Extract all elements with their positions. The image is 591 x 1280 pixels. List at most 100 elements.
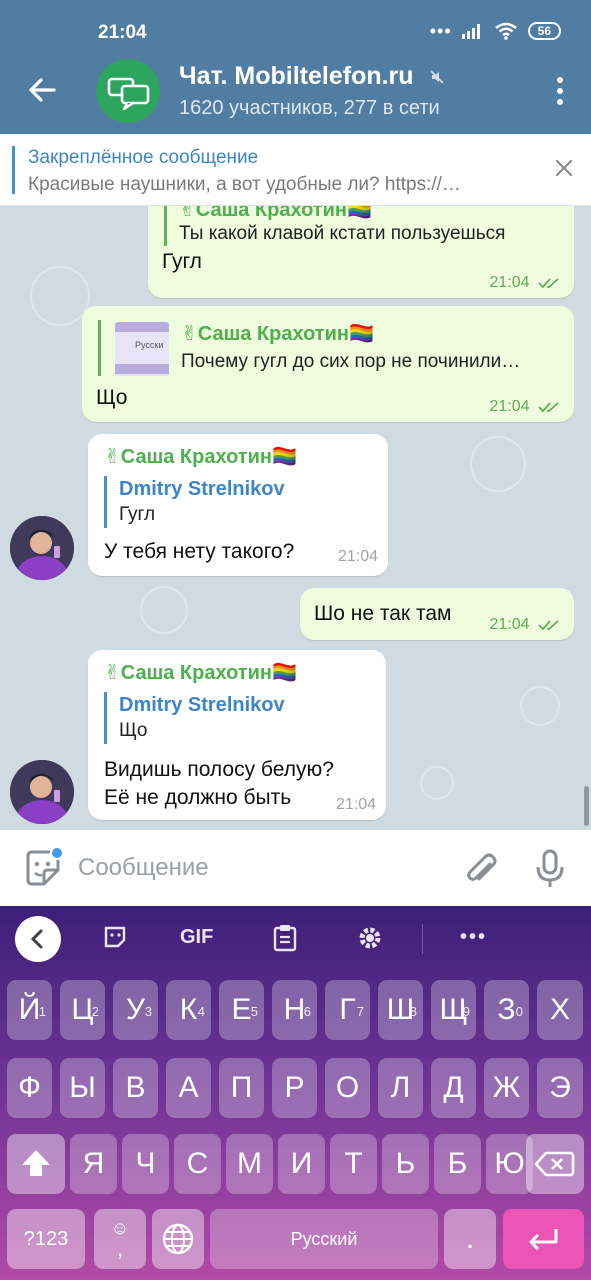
key[interactable]: Е5	[219, 980, 264, 1040]
message-bubble-incoming[interactable]: ✌Саша Крахотин🏳️‍🌈 Dmitry Strelnikov Що …	[88, 650, 386, 820]
back-arrow-icon[interactable]	[24, 72, 60, 108]
key[interactable]: Л	[378, 1058, 423, 1118]
message-bubble-incoming[interactable]: ✌Саша Крахотин🏳️‍🌈 Dmitry Strelnikov Гуг…	[88, 434, 388, 576]
wallpaper-doodle	[30, 266, 90, 326]
key[interactable]: М	[226, 1134, 273, 1194]
wallpaper-doodle	[520, 686, 560, 726]
key[interactable]: В	[113, 1058, 158, 1118]
key[interactable]: У3	[113, 980, 158, 1040]
key[interactable]: Й1	[7, 980, 52, 1040]
key[interactable]: Г7	[325, 980, 370, 1040]
thumbnail-strip	[115, 322, 169, 332]
key[interactable]: Ф	[7, 1058, 52, 1118]
sticker-button[interactable]	[22, 846, 64, 888]
key[interactable]: Б	[434, 1134, 481, 1194]
chat-header: Чат. Mobiltelefon.ru 1620 участников, 27…	[0, 48, 591, 134]
avatar[interactable]	[10, 760, 74, 824]
key[interactable]: Ь	[382, 1134, 429, 1194]
gear-icon[interactable]	[356, 924, 384, 952]
avatar[interactable]	[10, 516, 74, 580]
shift-key[interactable]	[7, 1134, 65, 1194]
comma-label: ,	[116, 1236, 124, 1261]
key[interactable]: Ц2	[60, 980, 105, 1040]
attach-icon[interactable]	[464, 850, 500, 888]
backspace-key[interactable]	[526, 1134, 584, 1194]
key[interactable]: Р	[272, 1058, 317, 1118]
key[interactable]: Э	[537, 1058, 583, 1118]
reply-author: ✌Саша Крахотин🏳️‍🌈	[179, 206, 372, 221]
message-bubble-outgoing[interactable]: Шо не так там 21:04	[300, 588, 574, 640]
reply-quote[interactable]: Русски ✌Саша Крахотин🏳️‍🌈 Почему гугл до…	[98, 320, 560, 376]
key-label: Н	[283, 993, 306, 1026]
key[interactable]: К4	[166, 980, 211, 1040]
key-label: Е	[231, 993, 252, 1026]
key[interactable]: А	[166, 1058, 211, 1118]
symbols-key[interactable]: ?123	[7, 1209, 85, 1269]
close-icon[interactable]	[554, 158, 574, 178]
sticker-badge	[50, 846, 64, 860]
more-vert-icon[interactable]	[553, 76, 567, 106]
key[interactable]: Д	[431, 1058, 476, 1118]
reply-quote[interactable]: Dmitry Strelnikov Що	[104, 692, 374, 744]
key[interactable]: З0	[484, 980, 529, 1040]
chat-area[interactable]: ✌Саша Крахотин🏳️‍🌈 Ты какой клавой кстат…	[0, 206, 591, 830]
mic-icon[interactable]	[534, 849, 566, 889]
space-key[interactable]: Русский	[210, 1209, 438, 1269]
more-button[interactable]: •••	[460, 926, 487, 949]
key[interactable]: Т	[330, 1134, 377, 1194]
key-hint: 1	[38, 1004, 46, 1019]
chat-scrollbar[interactable]	[584, 786, 589, 826]
message-time: 21:04	[489, 398, 530, 415]
key[interactable]: Щ9	[431, 980, 476, 1040]
user-photo	[10, 760, 74, 824]
key[interactable]: И	[278, 1134, 325, 1194]
message-time: 21:04	[337, 548, 378, 565]
language-key[interactable]	[152, 1209, 204, 1269]
status-icons: ••• 56	[430, 22, 561, 40]
key-hint: 6	[303, 1004, 311, 1019]
chat-title[interactable]: Чат. Mobiltelefon.ru	[179, 62, 445, 91]
message-bubble-outgoing[interactable]: Русски ✌Саша Крахотин🏳️‍🌈 Почему гугл до…	[82, 306, 574, 422]
gif-sticker-icon[interactable]	[102, 924, 128, 950]
key[interactable]: П	[219, 1058, 264, 1118]
key[interactable]: Ш8	[378, 980, 423, 1040]
enter-key[interactable]	[503, 1209, 584, 1269]
gif-button[interactable]: GIF	[180, 926, 213, 949]
sender-name[interactable]: ✌Саша Крахотин🏳️‍🌈	[104, 660, 297, 685]
reply-quote[interactable]: Dmitry Strelnikov Гугл	[104, 476, 374, 528]
keyboard-toolbar: GIF •••	[0, 906, 591, 972]
reply-author: Dmitry Strelnikov	[119, 694, 285, 716]
shift-icon	[22, 1150, 50, 1176]
clipboard-icon[interactable]	[272, 924, 298, 952]
message-bubble-outgoing[interactable]: ✌Саша Крахотин🏳️‍🌈 Ты какой клавой кстат…	[148, 206, 574, 298]
key-label: Г	[339, 993, 356, 1026]
key[interactable]: Н6	[272, 980, 317, 1040]
chevron-left-icon	[30, 929, 43, 949]
key[interactable]: Х	[537, 980, 583, 1040]
key[interactable]: Я	[70, 1134, 117, 1194]
key-label: К	[179, 993, 198, 1026]
reply-quote[interactable]: ✌Саша Крахотин🏳️‍🌈 Ты какой клавой кстат…	[164, 206, 560, 246]
chat-avatar[interactable]	[96, 59, 160, 123]
key[interactable]: С	[174, 1134, 221, 1194]
backspace-icon	[534, 1151, 575, 1177]
reply-text: Що	[119, 720, 148, 741]
key[interactable]: Ч	[122, 1134, 169, 1194]
message-text-line: Её не должно быть	[104, 786, 292, 809]
virtual-keyboard: GIF ••• Й1 Ц2 У3 К4 Е5 Н6 Г7 Ш8 Щ9 З0 Х …	[0, 906, 591, 1280]
key-hint: 3	[144, 1004, 152, 1019]
globe-icon	[162, 1223, 194, 1255]
sender-name[interactable]: ✌Саша Крахотин🏳️‍🌈	[104, 444, 297, 469]
period-key[interactable]: .	[444, 1209, 496, 1269]
key[interactable]: Ж	[484, 1058, 529, 1118]
key-hint: 0	[515, 1004, 523, 1019]
wifi-icon	[494, 22, 517, 40]
wallpaper-doodle	[420, 766, 454, 800]
notification-dots: •••	[429, 21, 452, 41]
key[interactable]: О	[325, 1058, 370, 1118]
emoji-key[interactable]: ☺ ,	[94, 1209, 146, 1269]
key[interactable]: Ы	[60, 1058, 105, 1118]
message-input[interactable]	[78, 852, 438, 884]
pinned-message[interactable]: Закреплённое сообщение Красивые наушники…	[0, 134, 591, 206]
keyboard-back-button[interactable]	[15, 916, 61, 962]
